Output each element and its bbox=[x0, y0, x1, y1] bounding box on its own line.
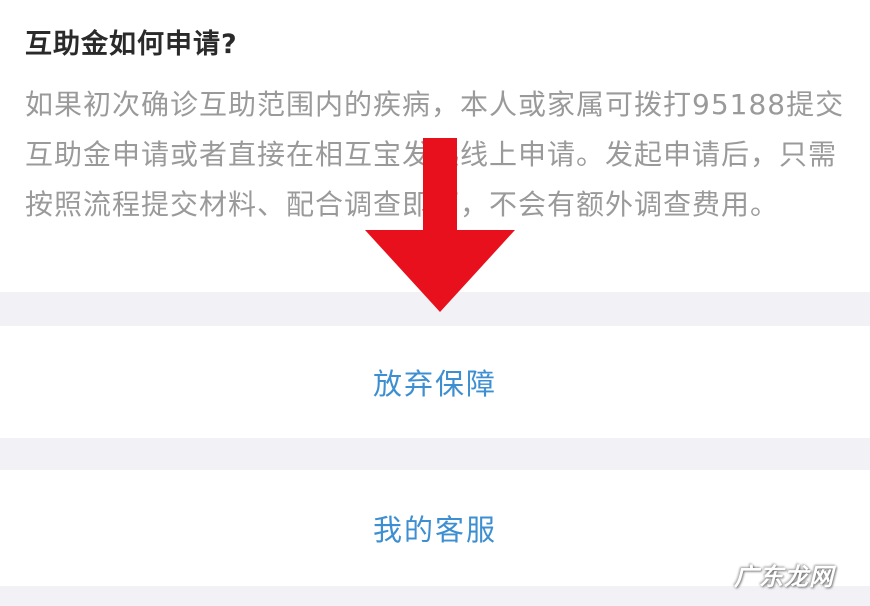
faq-title: 互助金如何申请? bbox=[25, 29, 238, 60]
red-down-arrow-icon bbox=[365, 138, 515, 312]
abandon-coverage-button[interactable]: 放弃保障 bbox=[0, 326, 870, 438]
my-customer-service-label: 我的客服 bbox=[372, 513, 497, 547]
abandon-coverage-label: 放弃保障 bbox=[372, 367, 497, 401]
watermark-logo: 广东龙网 bbox=[734, 563, 834, 591]
